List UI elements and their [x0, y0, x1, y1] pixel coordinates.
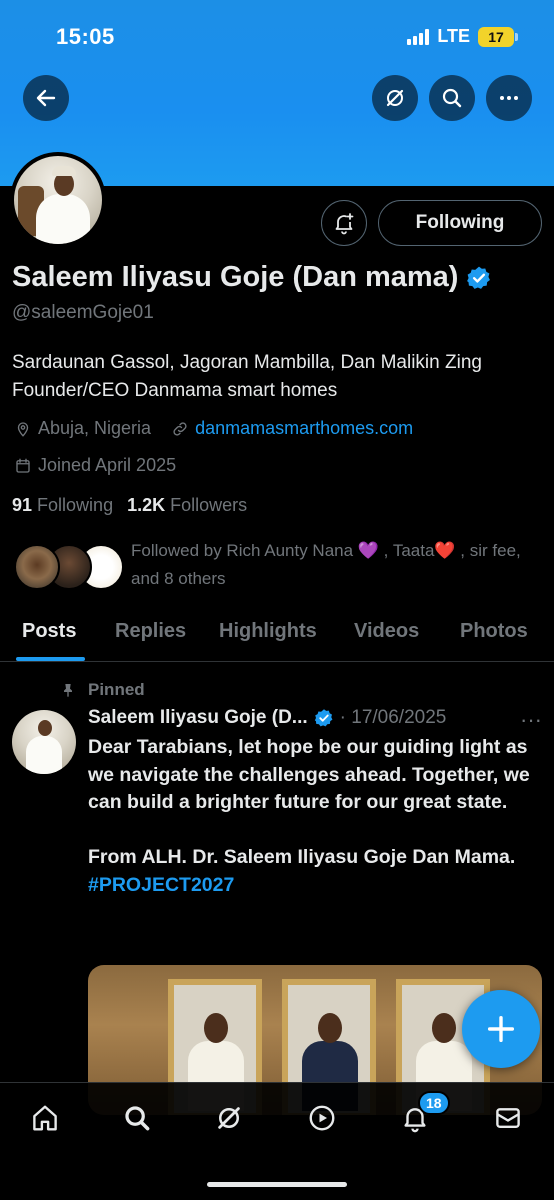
- link-icon: [173, 421, 187, 436]
- compose-button[interactable]: [462, 990, 540, 1068]
- profile-meta-row: Abuja, Nigeria danmamasmarthomes.com: [14, 418, 413, 439]
- pinned-label: Pinned: [88, 680, 145, 699]
- grok-icon: [386, 89, 404, 107]
- nav-home[interactable]: [28, 1101, 62, 1135]
- status-indicators: LTE 17: [407, 26, 518, 47]
- nav-grok[interactable]: [212, 1101, 246, 1135]
- nav-video[interactable]: [305, 1101, 339, 1135]
- followers-count-link[interactable]: 1.2K Followers: [127, 495, 247, 516]
- nav-messages[interactable]: [491, 1101, 525, 1135]
- post-header: Saleem Iliyasu Goje (D... · 17/06/2025 ·…: [88, 707, 542, 732]
- battery-level: 17: [488, 28, 504, 45]
- profile-handle: @saleemGoje01: [12, 302, 154, 323]
- profile-avatar[interactable]: [10, 152, 106, 248]
- nav-search[interactable]: [120, 1101, 154, 1135]
- home-indicator: [207, 1182, 347, 1187]
- arrow-left-icon: [36, 89, 56, 107]
- back-button[interactable]: [23, 75, 69, 121]
- signal-icon: [407, 28, 430, 45]
- plus-icon: [487, 1015, 515, 1043]
- post-text: Dear Tarabians, let hope be our guiding …: [88, 736, 530, 868]
- grok-icon: [218, 1107, 240, 1129]
- network-type: LTE: [437, 26, 470, 46]
- grok-button[interactable]: [372, 75, 418, 121]
- profile-tabs: Posts Replies Highlights Videos Photos: [0, 612, 554, 662]
- calendar-icon: [16, 458, 30, 473]
- profile-website-link[interactable]: danmamasmarthomes.com: [195, 418, 413, 439]
- following-button[interactable]: Following: [378, 200, 542, 246]
- post-more-button[interactable]: ···: [520, 707, 542, 733]
- post-author-name[interactable]: Saleem Iliyasu Goje (D...: [88, 707, 308, 729]
- tab-posts[interactable]: Posts: [22, 620, 76, 643]
- pinned-label-row: Pinned: [60, 680, 145, 700]
- search-icon: [125, 1106, 150, 1131]
- pin-icon: [64, 684, 72, 697]
- tab-photos[interactable]: Photos: [460, 620, 528, 643]
- tab-replies[interactable]: Replies: [115, 620, 186, 643]
- profile-joined-row: Joined April 2025: [14, 455, 176, 476]
- post-date[interactable]: · 17/06/2025: [340, 707, 447, 729]
- more-button[interactable]: [486, 75, 532, 121]
- more-horizontal-icon: [500, 96, 518, 100]
- post-author-avatar[interactable]: [12, 710, 76, 774]
- follow-counts: 91 Following 1.2K Followers: [12, 495, 247, 516]
- profile-location: Abuja, Nigeria: [38, 418, 152, 438]
- notify-button[interactable]: [321, 200, 367, 246]
- battery-icon: 17: [478, 26, 518, 47]
- status-bar: 15:05 LTE 17: [0, 22, 554, 52]
- notification-badge: 18: [418, 1091, 450, 1115]
- verified-badge-icon: [314, 709, 333, 727]
- following-count-link[interactable]: 91 Following: [12, 495, 113, 516]
- location-pin-icon: [17, 421, 29, 437]
- status-time: 15:05: [56, 24, 115, 49]
- display-name: Saleem Iliyasu Goje (Dan mama): [12, 261, 459, 293]
- post-body[interactable]: Dear Tarabians, let hope be our guiding …: [88, 734, 548, 899]
- profile-joined: Joined April 2025: [38, 455, 177, 475]
- verified-badge-icon[interactable]: [466, 265, 492, 291]
- search-button[interactable]: [429, 75, 475, 121]
- messages-icon: [496, 1108, 520, 1128]
- profile-bio: Sardaunan Gassol, Jagoran Mambilla, Dan …: [12, 352, 482, 401]
- tab-videos[interactable]: Videos: [354, 620, 419, 643]
- followed-by-avatars[interactable]: [14, 544, 124, 590]
- followed-by-text[interactable]: Followed by Rich Aunty Nana 💜 , Taata❤️ …: [131, 537, 541, 593]
- active-tab-indicator: [16, 657, 85, 661]
- home-icon: [33, 1105, 57, 1131]
- post-hashtag[interactable]: #PROJECT2027: [88, 874, 234, 896]
- profile-name-row: Saleem Iliyasu Goje (Dan mama): [12, 261, 492, 294]
- search-icon: [442, 88, 462, 108]
- follower-avatar: [14, 544, 60, 590]
- bell-plus-icon: [335, 213, 354, 235]
- tab-highlights[interactable]: Highlights: [219, 620, 317, 643]
- video-icon: [309, 1105, 335, 1131]
